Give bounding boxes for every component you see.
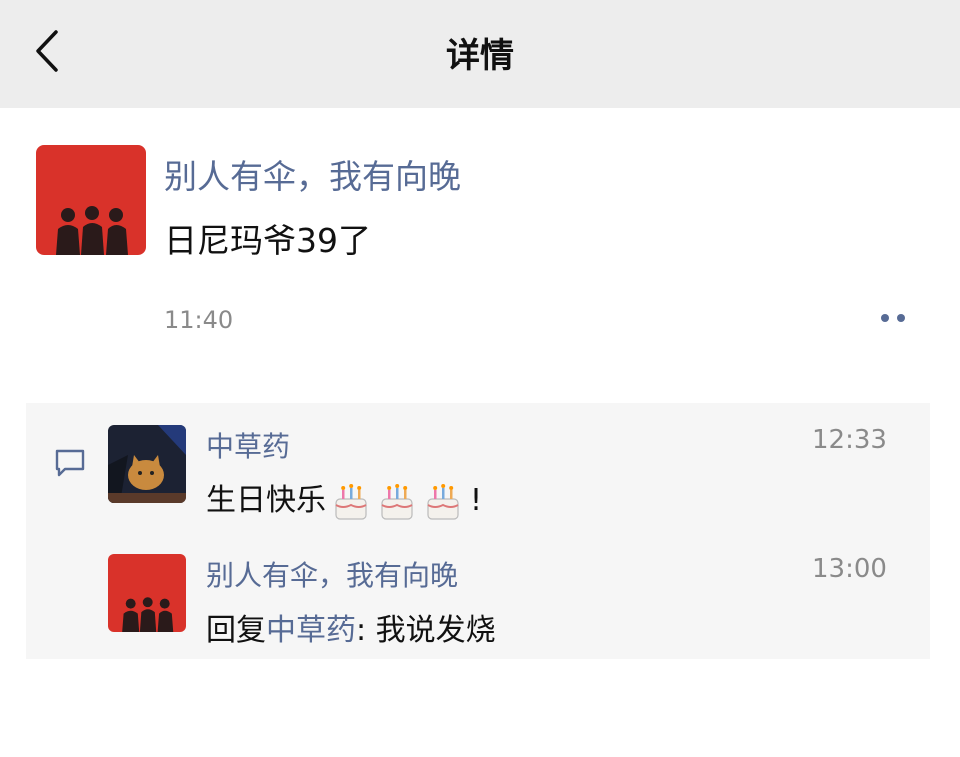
- comment-message: 生日快乐: [206, 483, 326, 518]
- more-dot: [897, 314, 905, 322]
- comment-author-name[interactable]: 中草药: [206, 425, 290, 465]
- reply-timestamp: 13:00: [812, 554, 887, 584]
- post-timestamp: 11:40: [164, 306, 234, 334]
- reply-author-name[interactable]: 别人有伞，我有向晚: [206, 554, 458, 594]
- more-dots-icon: [881, 314, 889, 322]
- birthday-cake-icon: [427, 483, 459, 520]
- avatar-image: [108, 554, 186, 632]
- navigation-bar: 详情: [0, 0, 960, 108]
- comment-suffix: !: [470, 483, 483, 518]
- post-author-name[interactable]: 别人有伞，我有向晚: [164, 150, 461, 198]
- birthday-cake-icon: [381, 483, 413, 520]
- post-content: 日尼玛爷39了: [164, 221, 371, 260]
- reply-to-user-link[interactable]: 中草药: [266, 613, 356, 648]
- page-title: 详情: [446, 36, 514, 76]
- reply-text: 回复中草药: 我说发烧: [206, 605, 496, 649]
- birthday-cake-icon: [335, 483, 367, 520]
- reply-separator: :: [356, 613, 367, 648]
- more-options-button[interactable]: [873, 306, 915, 330]
- reply-author-avatar[interactable]: [108, 554, 186, 632]
- post-author-avatar[interactable]: [36, 145, 146, 255]
- comment-icon: [55, 449, 85, 477]
- cat-avatar-image: [108, 425, 186, 503]
- reply-message: 我说发烧: [375, 613, 496, 648]
- comment-timestamp: 12:33: [812, 425, 887, 455]
- comments-section: 中草药 12:33 生日快乐 ! 别人有伞，我有向晚 13:00 回复中草药: …: [26, 403, 930, 659]
- avatar-image: [36, 145, 146, 255]
- reply-prefix: 回复: [206, 613, 266, 648]
- comment-text: 生日快乐 !: [206, 475, 482, 523]
- comment-author-avatar[interactable]: [108, 425, 186, 503]
